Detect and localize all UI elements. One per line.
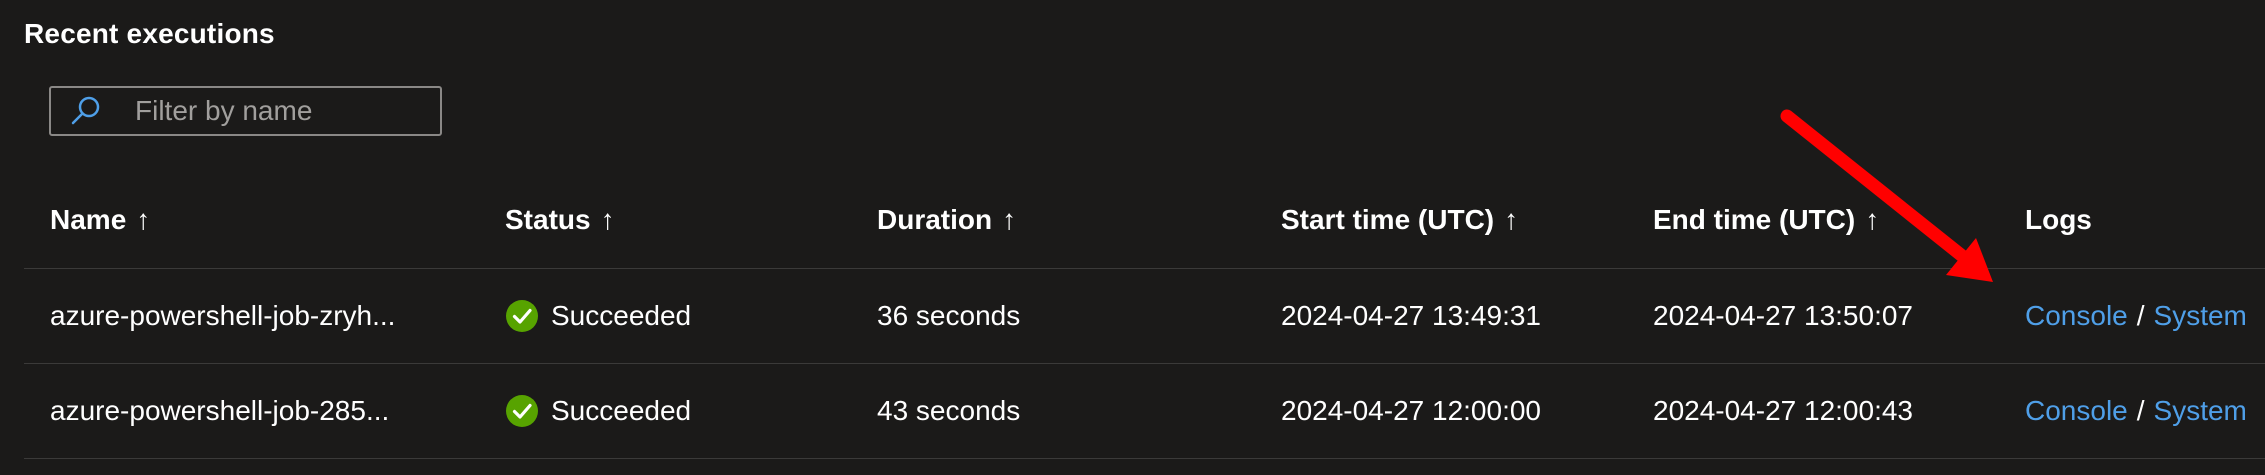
- status-cell: Succeeded: [505, 269, 835, 363]
- duration-cell: 36 seconds: [877, 300, 1021, 331]
- console-log-link[interactable]: Console: [2025, 300, 2128, 332]
- column-header-logs: Logs: [2025, 172, 2265, 268]
- check-circle-icon: [506, 300, 538, 332]
- table-header-row: Name ↑ Status ↑ Duration ↑ Start time (U…: [24, 172, 2265, 269]
- column-header-label: Status: [505, 204, 591, 235]
- logs-cell: Console / System: [2025, 364, 2265, 458]
- column-header-name[interactable]: Name ↑: [50, 172, 470, 268]
- filter-input[interactable]: [133, 94, 427, 128]
- sort-arrow-icon: ↑: [136, 204, 151, 235]
- end-time-cell: 2024-04-27 13:50:07: [1653, 300, 1913, 331]
- log-separator: /: [2136, 395, 2145, 426]
- column-header-label: Logs: [2025, 204, 2092, 235]
- duration-cell: 43 seconds: [877, 395, 1021, 426]
- sort-arrow-icon: ↑: [1002, 204, 1017, 235]
- execution-name[interactable]: azure-powershell-job-285...: [50, 364, 470, 458]
- column-header-start-time[interactable]: Start time (UTC) ↑: [1281, 172, 1631, 268]
- system-log-link[interactable]: System: [2154, 300, 2247, 332]
- logs-cell: Console / System: [2025, 269, 2265, 363]
- column-header-end-time[interactable]: End time (UTC) ↑: [1653, 172, 2003, 268]
- section-title: Recent executions: [24, 18, 275, 49]
- column-header-label: End time (UTC): [1653, 204, 1856, 235]
- start-time-cell: 2024-04-27 13:49:31: [1281, 300, 1541, 331]
- status-cell: Succeeded: [505, 364, 835, 458]
- filter-box[interactable]: [49, 86, 442, 136]
- sort-arrow-icon: ↑: [1504, 204, 1519, 235]
- check-circle-icon: [506, 395, 538, 427]
- table-row: azure-powershell-job-285... Succeeded 43…: [24, 364, 2265, 459]
- executions-table: Name ↑ Status ↑ Duration ↑ Start time (U…: [24, 172, 2265, 459]
- log-separator: /: [2136, 300, 2145, 331]
- end-time-cell: 2024-04-27 12:00:43: [1653, 395, 1913, 426]
- start-time-cell: 2024-04-27 12:00:00: [1281, 395, 1541, 426]
- column-header-label: Duration: [877, 204, 993, 235]
- column-header-label: Name: [50, 204, 127, 235]
- status-label: Succeeded: [551, 395, 692, 426]
- recent-executions-panel: Recent executions Name ↑ Status ↑ Durati…: [0, 0, 2265, 475]
- table-row: azure-powershell-job-zryh... Succeeded 3…: [24, 269, 2265, 364]
- sort-arrow-icon: ↑: [600, 204, 615, 235]
- search-icon: [67, 92, 105, 130]
- system-log-link[interactable]: System: [2154, 395, 2247, 427]
- column-header-status[interactable]: Status ↑: [505, 172, 835, 268]
- status-label: Succeeded: [551, 300, 692, 331]
- execution-name[interactable]: azure-powershell-job-zryh...: [50, 269, 470, 363]
- column-header-label: Start time (UTC): [1281, 204, 1495, 235]
- column-header-duration[interactable]: Duration ↑: [877, 172, 1257, 268]
- console-log-link[interactable]: Console: [2025, 395, 2128, 427]
- sort-arrow-icon: ↑: [1865, 204, 1880, 235]
